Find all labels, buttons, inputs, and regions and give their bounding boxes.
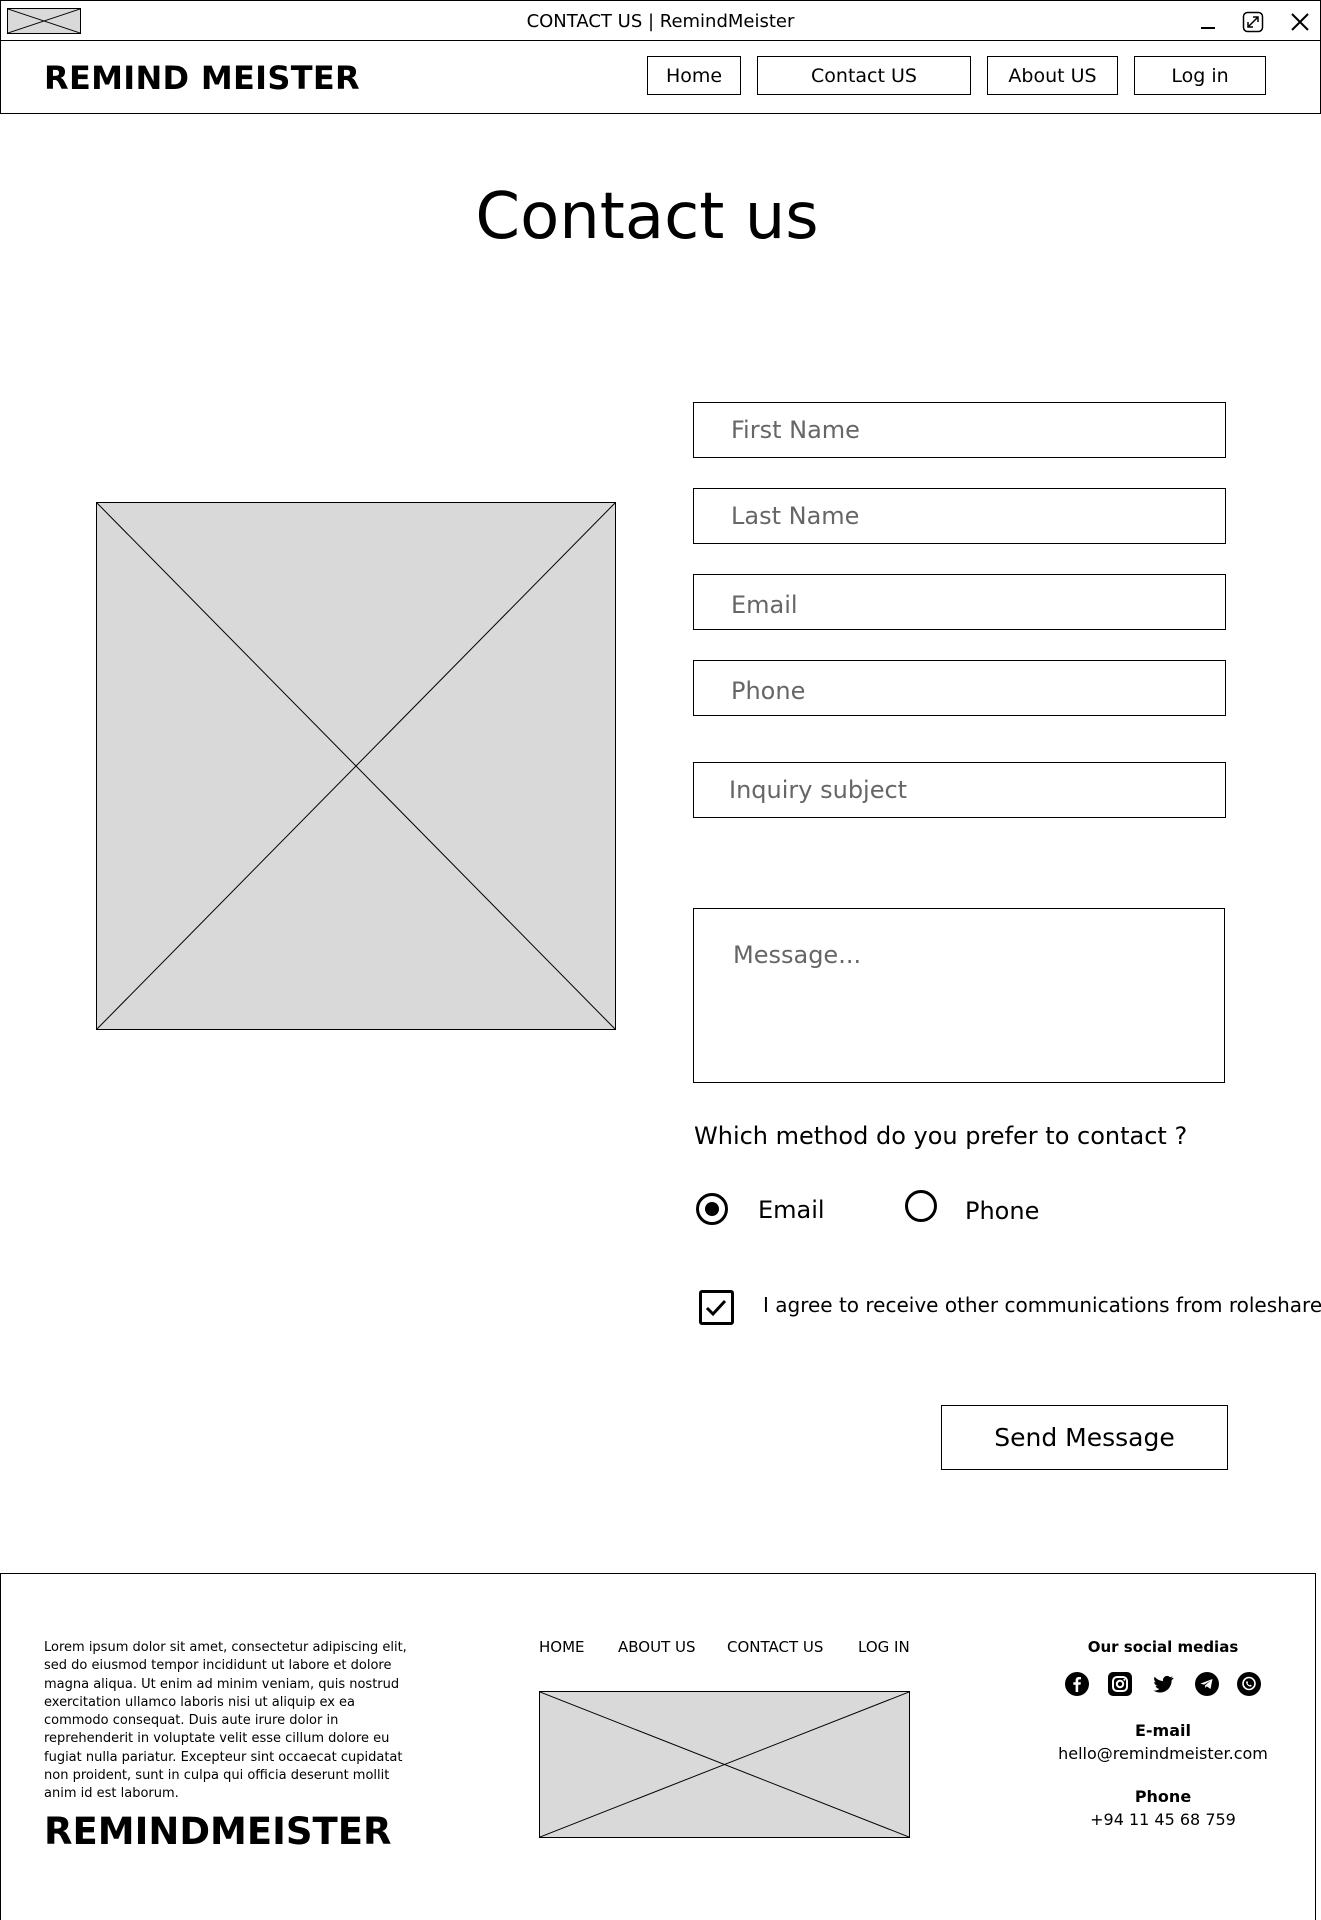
- footer-logo[interactable]: REMINDMEISTER: [44, 1810, 392, 1853]
- minimize-icon[interactable]: [1195, 9, 1221, 35]
- contact-image-placeholder: [96, 502, 616, 1030]
- inquiry-subject-field[interactable]: [693, 762, 1226, 818]
- nav-contact-button[interactable]: Contact US: [757, 56, 971, 95]
- first-name-field[interactable]: [693, 402, 1226, 458]
- radio-phone[interactable]: [905, 1190, 937, 1222]
- close-icon[interactable]: [1287, 9, 1313, 35]
- site-logo[interactable]: REMIND MEISTER: [44, 59, 360, 97]
- window-titlebar: CONTACT US | RemindMeister: [0, 0, 1321, 41]
- window-title: CONTACT US | RemindMeister: [526, 11, 795, 32]
- radio-email[interactable]: [696, 1193, 728, 1225]
- inquiry-subject-input[interactable]: [694, 763, 1225, 817]
- nav-about-button[interactable]: About US: [987, 56, 1118, 95]
- nav-home-button[interactable]: Home: [647, 56, 741, 95]
- phone-field[interactable]: [693, 660, 1226, 716]
- radio-selected-dot: [705, 1202, 719, 1216]
- email-field[interactable]: [693, 574, 1226, 630]
- agree-label[interactable]: I agree to receive other communications …: [763, 1293, 1321, 1317]
- footer-image-placeholder: [539, 1691, 910, 1838]
- footer-description: Lorem ipsum dolor sit amet, consectetur …: [44, 1640, 407, 1802]
- social-media-title: Our social medias: [1087, 1638, 1239, 1656]
- footer-link-login[interactable]: LOG IN: [858, 1638, 910, 1656]
- site-footer: Lorem ipsum dolor sit amet, consectetur …: [0, 1573, 1316, 1920]
- instagram-icon[interactable]: [1108, 1672, 1132, 1696]
- maximize-icon[interactable]: [1240, 9, 1266, 35]
- last-name-input[interactable]: [694, 489, 1225, 543]
- checkmark-icon: [705, 1299, 727, 1317]
- footer-email-value[interactable]: hello@remindmeister.com: [1043, 1744, 1283, 1763]
- footer-link-home[interactable]: HOME: [539, 1638, 585, 1656]
- page-title: Contact us: [475, 180, 819, 254]
- facebook-icon[interactable]: [1065, 1672, 1089, 1696]
- radio-phone-label[interactable]: Phone: [965, 1197, 1039, 1225]
- footer-phone-label: Phone: [1134, 1787, 1192, 1806]
- send-message-button[interactable]: Send Message: [941, 1405, 1228, 1470]
- footer-phone-value[interactable]: +94 11 45 68 759: [1043, 1810, 1283, 1829]
- agree-checkbox[interactable]: [699, 1290, 734, 1325]
- footer-email-label: E-mail: [1134, 1721, 1191, 1740]
- whatsapp-icon[interactable]: [1237, 1672, 1261, 1696]
- message-field[interactable]: [693, 908, 1225, 1083]
- last-name-field[interactable]: [693, 488, 1226, 544]
- contact-method-question: Which method do you prefer to contact ?: [694, 1122, 1188, 1150]
- radio-email-label[interactable]: Email: [758, 1196, 825, 1224]
- nav-login-button[interactable]: Log in: [1134, 56, 1266, 95]
- telegram-icon[interactable]: [1195, 1672, 1219, 1696]
- footer-link-about[interactable]: ABOUT US: [618, 1638, 696, 1656]
- first-name-input[interactable]: [694, 403, 1225, 457]
- site-header: REMIND MEISTER Home Contact US About US …: [0, 40, 1321, 114]
- message-textarea[interactable]: [694, 909, 1224, 1082]
- phone-input[interactable]: [694, 661, 1225, 715]
- email-input[interactable]: [694, 575, 1225, 629]
- twitter-icon[interactable]: [1151, 1672, 1175, 1696]
- footer-link-contact[interactable]: CONTACT US: [727, 1638, 823, 1656]
